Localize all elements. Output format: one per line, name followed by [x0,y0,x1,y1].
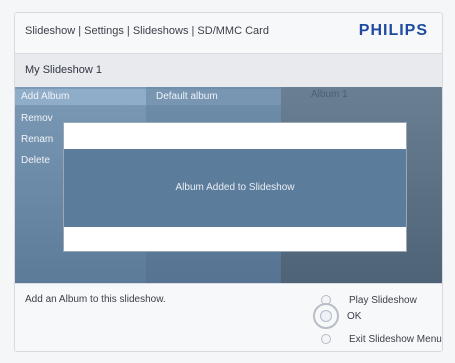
album-default[interactable]: Default album [146,89,281,105]
menu-item-rename[interactable]: Renam [21,134,53,145]
header: Slideshow | Settings | Slideshows | SD/M… [15,13,442,53]
subheader: My Slideshow 1 [15,53,442,88]
confirmation-dialog: Album Added to Slideshow [63,122,407,252]
option-ok[interactable]: OK [313,303,362,329]
option-ok-label: OK [347,310,362,322]
menu-item-delete[interactable]: Delete [21,155,50,166]
ok-dot-icon [320,310,332,322]
album-1[interactable]: Album 1 [311,89,348,100]
ok-ring-icon [313,303,339,329]
option-exit-label: Exit Slideshow Menu [349,333,442,345]
option-exit-slideshow-menu[interactable]: Exit Slideshow Menu [321,332,442,346]
page-title: My Slideshow 1 [25,64,103,76]
radio-icon [321,334,331,344]
option-play-slideshow[interactable]: Play Slideshow [321,293,417,307]
dialog-message: Album Added to Slideshow [175,182,295,193]
device-frame: Slideshow | Settings | Slideshows | SD/M… [0,0,455,363]
footer: Add an Album to this slideshow. Play Sli… [15,283,442,351]
breadcrumb: Slideshow | Settings | Slideshows | SD/M… [25,25,269,37]
menu-item-add-album[interactable]: Add Album [15,89,146,105]
option-play-slideshow-label: Play Slideshow [349,294,417,306]
screen: Slideshow | Settings | Slideshows | SD/M… [14,12,443,352]
status-hint: Add an Album to this slideshow. [25,294,166,305]
brand-logo: PHILIPS [358,22,428,39]
menu-item-remove[interactable]: Remov [21,113,53,124]
